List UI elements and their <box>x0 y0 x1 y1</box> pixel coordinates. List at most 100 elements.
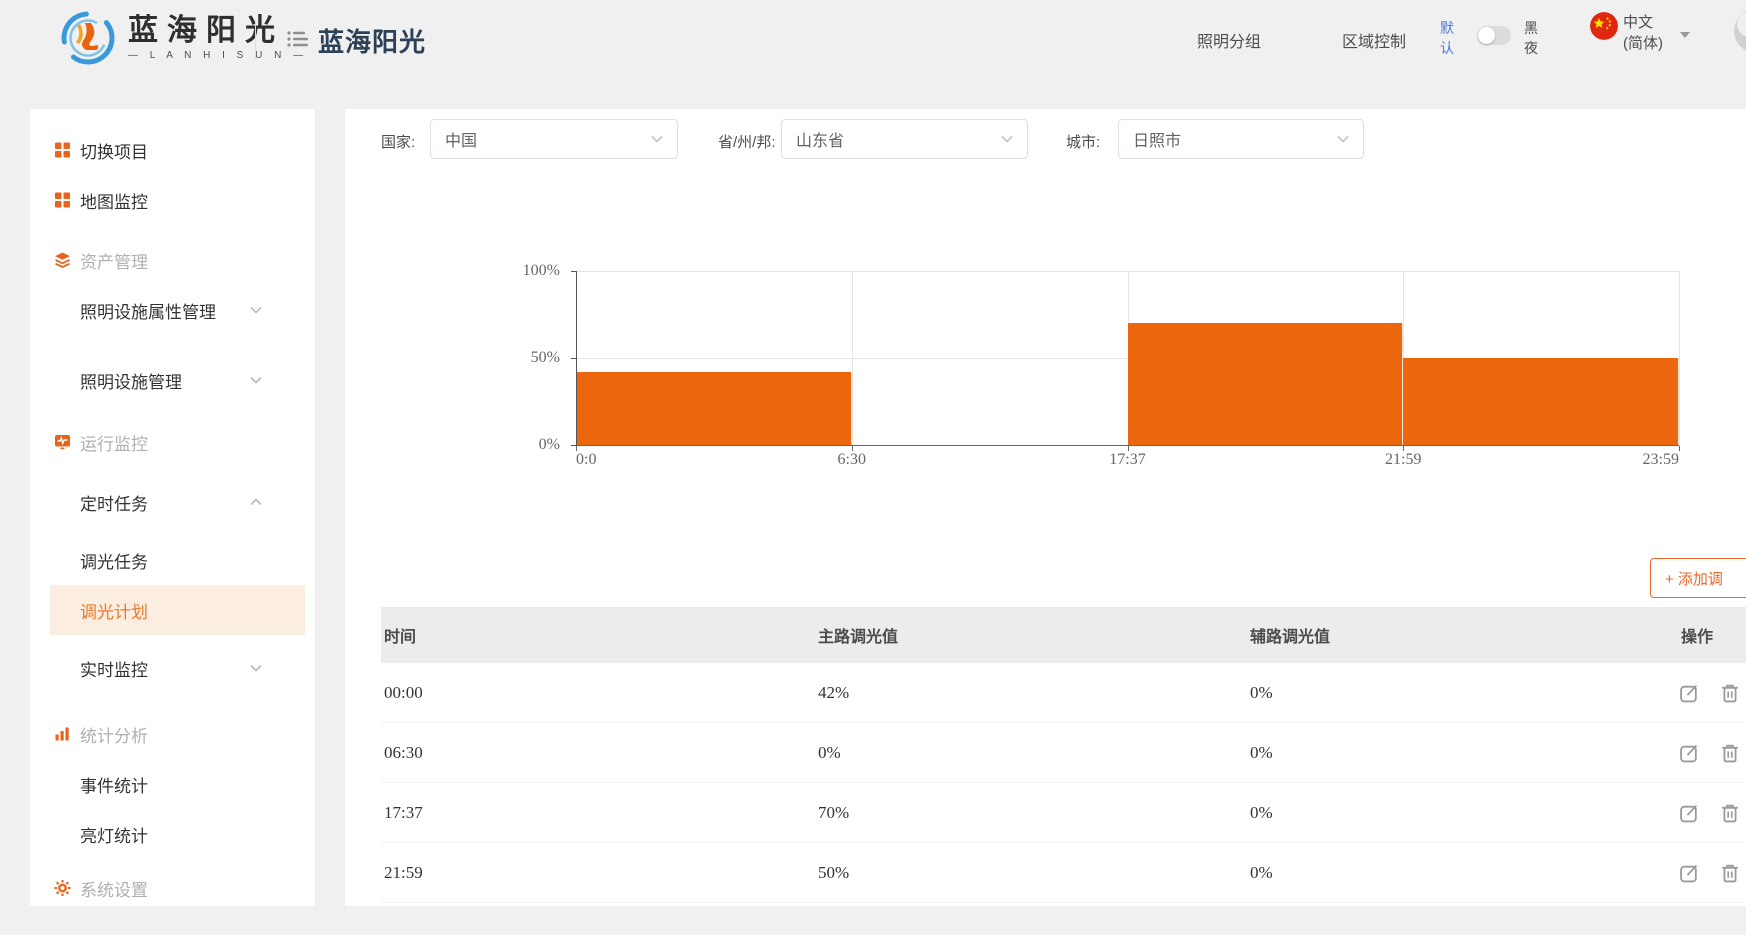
chart-x-tick-label: 17:37 <box>1109 451 1145 469</box>
chevron-down-icon <box>651 135 663 143</box>
user-avatar[interactable] <box>1734 9 1746 53</box>
theme-toggle[interactable] <box>1477 26 1511 45</box>
table-row: 06:300%0% <box>381 723 1746 783</box>
sidebar-item-label: 亮灯统计 <box>80 822 148 847</box>
brand-latin-name: — L A N H I S U N — <box>128 50 308 61</box>
city-value: 日照市 <box>1133 127 1337 151</box>
sidebar-menu: 切换项目地图监控资产管理照明设施属性管理照明设施管理运行监控定时任务调光任务调光… <box>30 109 315 906</box>
lanhisun-logo-icon <box>60 10 116 66</box>
sidebar-item-label: 统计分析 <box>80 722 148 747</box>
sidebar-item-label: 实时监控 <box>80 656 148 681</box>
country-filter-label: 国家: <box>381 131 415 152</box>
chart-bar-segment <box>1403 358 1679 445</box>
sidebar-item-label: 资产管理 <box>80 248 148 273</box>
chart-y-tick-label: 50% <box>500 349 560 367</box>
column-header-1: 时间 <box>384 623 416 647</box>
cell-时间: 17:37 <box>384 803 423 823</box>
chart-gridline <box>1679 271 1680 445</box>
layers-icon <box>54 252 71 269</box>
chart-x-tick-label: 23:59 <box>1643 451 1679 469</box>
chart-x-tick <box>1679 446 1680 451</box>
add-dimming-plan-button[interactable]: + 添加调 <box>1650 558 1746 598</box>
sidebar-item-11[interactable]: 统计分析 <box>30 709 315 759</box>
sidebar-item-label: 照明设施属性管理 <box>80 298 216 323</box>
cell-时间: 21:59 <box>384 863 423 883</box>
china-flag-icon <box>1590 12 1618 40</box>
sidebar-item-13[interactable]: 亮灯统计 <box>30 809 315 859</box>
bar-chart-icon <box>54 726 71 743</box>
sidebar-item-label: 系统设置 <box>80 876 148 901</box>
edit-icon[interactable] <box>1679 863 1699 883</box>
chevron-down-icon <box>250 306 262 314</box>
chart-x-tick-label: 0:0 <box>576 451 596 469</box>
sidebar-item-7[interactable]: 定时任务 <box>30 477 315 527</box>
cell-主路调光值: 0% <box>818 743 841 763</box>
brand-name: 蓝海阳光 <box>128 15 308 47</box>
monitor-icon <box>54 434 71 451</box>
sidebar-item-label: 调光计划 <box>80 598 148 623</box>
language-selector[interactable]: 中文(简体) <box>1590 12 1672 54</box>
cell-辅路调光值: 0% <box>1250 863 1273 883</box>
theme-night-label[interactable]: 黑夜 <box>1522 18 1540 58</box>
edit-icon[interactable] <box>1679 683 1699 703</box>
table-row: 00:0042%0% <box>381 663 1746 723</box>
table-header-row: 时间 主路调光值 辅路调光值 操作 <box>381 607 1746 663</box>
language-label: 中文(简体) <box>1623 14 1663 52</box>
sidebar-item-12[interactable]: 事件统计 <box>30 759 315 809</box>
province-select[interactable]: 山东省 <box>781 119 1028 159</box>
edit-icon[interactable] <box>1679 743 1699 763</box>
country-select[interactable]: 中国 <box>430 119 678 159</box>
sidebar-item-2[interactable]: 地图监控 <box>30 175 315 225</box>
sidebar-item-4[interactable]: 照明设施属性管理 <box>30 285 315 335</box>
chart-y-tick <box>571 271 577 272</box>
sidebar-item-1[interactable]: 切换项目 <box>30 125 315 175</box>
delete-icon[interactable] <box>1720 863 1740 883</box>
sidebar-item-label: 调光任务 <box>80 548 148 573</box>
dimming-schedule-chart: 0%50%100%0:06:3017:3721:5923:59 <box>576 271 1679 445</box>
dimming-plan-table: 时间 主路调光值 辅路调光值 操作 00:0042%0% 06:30 0% 0% 17:3770… <box>381 607 1746 903</box>
delete-icon[interactable] <box>1720 803 1740 823</box>
delete-icon[interactable] <box>1720 683 1740 703</box>
delete-icon[interactable] <box>1720 743 1740 763</box>
chart-gridline <box>852 271 853 445</box>
sidebar-item-8[interactable]: 调光任务 <box>30 535 315 585</box>
language-caret-icon <box>1680 32 1690 38</box>
top-header-bar: 蓝海阳光 — L A N H I S U N — 蓝海阳光 照明分组 区域控制 … <box>0 0 1746 78</box>
sidebar-item-9[interactable]: 调光计划 <box>30 585 315 635</box>
cell-辅路调光值: 0% <box>1250 683 1273 703</box>
sidebar-item-14[interactable]: 系统设置 <box>30 863 315 913</box>
column-header-3: 辅路调光值 <box>1250 623 1330 647</box>
sidebar-item-6[interactable]: 运行监控 <box>30 417 315 467</box>
table-row: 17:3770%0% <box>381 783 1746 843</box>
sidebar-item-3[interactable]: 资产管理 <box>30 235 315 285</box>
sidebar-item-label: 事件统计 <box>80 772 148 797</box>
header-divider <box>255 20 256 58</box>
sidebar-item-label: 运行监控 <box>80 430 148 455</box>
province-filter-label: 省/州/邦: <box>718 131 776 152</box>
chart-y-tick-label: 100% <box>500 262 560 280</box>
toggle-knob-icon <box>1478 27 1495 44</box>
chart-y-tick-label: 0% <box>500 436 560 454</box>
chart-y-tick <box>571 358 577 359</box>
nav-lighting-group[interactable]: 照明分组 <box>1197 28 1261 52</box>
column-header-4: 操作 <box>1681 623 1713 647</box>
sidebar-item-5[interactable]: 照明设施管理 <box>30 355 315 405</box>
grid-icon <box>54 192 71 209</box>
province-value: 山东省 <box>796 127 1001 151</box>
app-title: 蓝海阳光 <box>318 22 426 59</box>
app-window: 蓝海阳光 — L A N H I S U N — 蓝海阳光 照明分组 区域控制 … <box>0 0 1746 935</box>
sidebar-item-label: 定时任务 <box>80 490 148 515</box>
city-select[interactable]: 日照市 <box>1118 119 1364 159</box>
nav-area-control[interactable]: 区域控制 <box>1342 28 1406 52</box>
theme-default-label[interactable]: 默认 <box>1438 18 1456 58</box>
gear-icon <box>54 880 71 897</box>
sidebar-item-label: 照明设施管理 <box>80 368 182 393</box>
chevron-down-icon <box>1337 135 1349 143</box>
sidebar-item-10[interactable]: 实时监控 <box>30 643 315 693</box>
cell-主路调光值: 50% <box>818 863 849 883</box>
menu-collapse-icon[interactable] <box>286 27 310 51</box>
column-header-2: 主路调光值 <box>818 623 898 647</box>
cell-时间: 06:30 <box>384 743 423 763</box>
city-filter-label: 城市: <box>1066 131 1100 152</box>
edit-icon[interactable] <box>1679 803 1699 823</box>
